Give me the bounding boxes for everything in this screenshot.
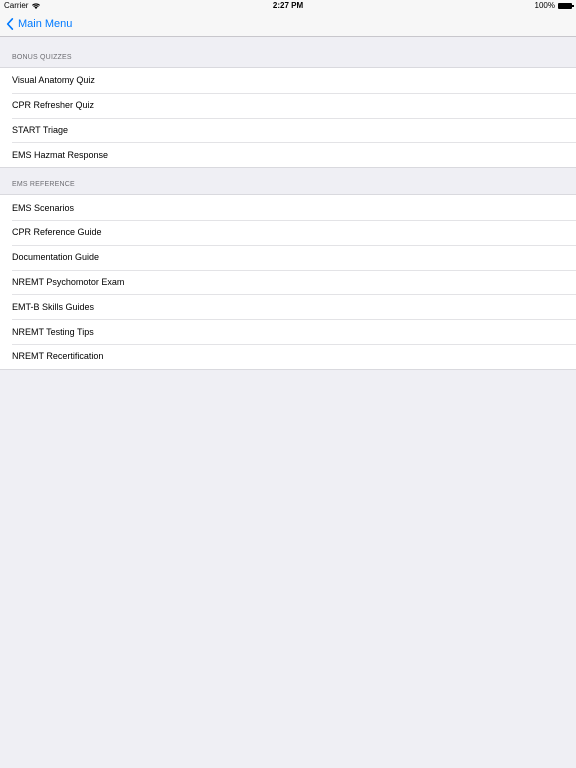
list-item-emt-b-skills-guides[interactable]: EMT-B Skills Guides	[0, 294, 576, 319]
status-bar: Carrier 2:27 PM 100%	[0, 0, 576, 12]
list-item-nremt-testing-tips[interactable]: NREMT Testing Tips	[0, 319, 576, 344]
list-item-ems-hazmat-response[interactable]: EMS Hazmat Response	[0, 142, 576, 167]
chevron-left-icon	[6, 18, 14, 30]
list-item-start-triage[interactable]: START Triage	[0, 117, 576, 143]
section-header-ems-reference: EMS REFERENCE	[12, 181, 75, 189]
list-item-cpr-reference-guide[interactable]: CPR Reference Guide	[0, 219, 576, 245]
status-right: 100%	[534, 0, 574, 12]
table-ems-reference: EMS Scenarios CPR Reference Guide Docume…	[0, 194, 576, 370]
list-item-nremt-recertification[interactable]: NREMT Recertification	[0, 343, 576, 369]
navigation-bar: Main Menu	[0, 12, 576, 37]
status-time: 2:27 PM	[272, 1, 304, 10]
list-item-documentation-guide[interactable]: Documentation Guide	[0, 244, 576, 270]
list-item-ems-scenarios[interactable]: EMS Scenarios	[0, 195, 576, 220]
back-button[interactable]: Main Menu	[6, 16, 72, 32]
back-button-label: Main Menu	[18, 18, 73, 30]
section-header-bonus-quizzes: BONUS QUIZZES	[12, 54, 72, 61]
content: BONUS QUIZZES Visual Anatomy Quiz CPR Re…	[0, 37, 576, 370]
battery-percent: 100%	[534, 1, 555, 10]
list-item-visual-anatomy-quiz[interactable]: Visual Anatomy Quiz	[0, 68, 576, 93]
list-item-nremt-psychomotor-exam[interactable]: NREMT Psychomotor Exam	[0, 269, 576, 295]
table-bonus-quizzes: Visual Anatomy Quiz CPR Refresher Quiz S…	[0, 67, 576, 169]
list-item-cpr-refresher-quiz[interactable]: CPR Refresher Quiz	[0, 92, 576, 118]
battery-icon	[558, 3, 574, 9]
